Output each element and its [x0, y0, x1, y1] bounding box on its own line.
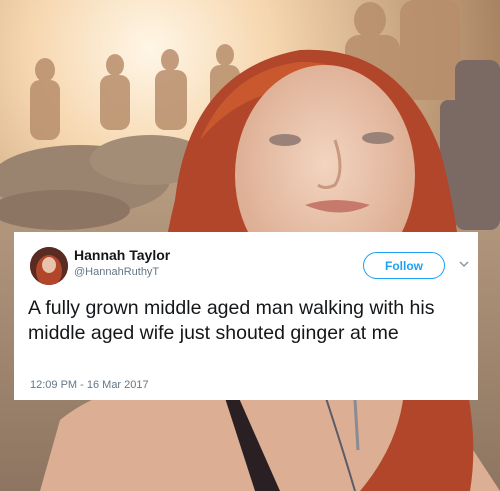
- chevron-down-icon[interactable]: [458, 258, 470, 270]
- follow-button[interactable]: Follow: [363, 252, 445, 279]
- tweet-text: A fully grown middle aged man walking wi…: [28, 297, 435, 344]
- avatar[interactable]: [30, 247, 68, 285]
- tweet-timestamp[interactable]: 12:09 PM - 16 Mar 2017: [30, 379, 149, 391]
- user-handle[interactable]: @HannahRuthyT: [74, 266, 159, 278]
- tweet-card: Hannah Taylor @HannahRuthyT Follow A ful…: [14, 232, 478, 400]
- display-name[interactable]: Hannah Taylor: [74, 247, 170, 263]
